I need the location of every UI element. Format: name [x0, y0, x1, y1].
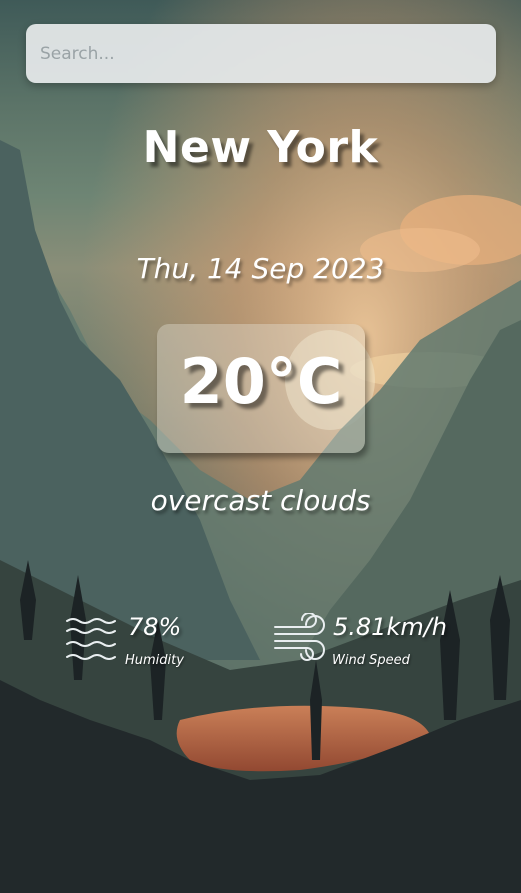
weather-app: New York Thu, 14 Sep 2023 20°C overcast … [0, 0, 521, 893]
city-name: New York [142, 122, 379, 173]
wind-speed-value: 5.81km/h [333, 613, 448, 641]
temperature-value: 20°C [179, 345, 343, 418]
current-date: Thu, 14 Sep 2023 [136, 252, 385, 285]
humidity-waves-icon [66, 618, 116, 660]
search-input[interactable] [26, 24, 496, 83]
temperature-card: 20°C [157, 324, 365, 453]
weather-description: overcast clouds [150, 484, 371, 517]
humidity-stat: 78% Humidity [64, 613, 244, 673]
humidity-value: 78% [128, 613, 182, 641]
wind-stat: 5.81km/h Wind Speed [273, 613, 493, 673]
wind-icon [274, 613, 325, 661]
humidity-label: Humidity [125, 653, 184, 668]
wind-speed-label: Wind Speed [332, 653, 410, 668]
